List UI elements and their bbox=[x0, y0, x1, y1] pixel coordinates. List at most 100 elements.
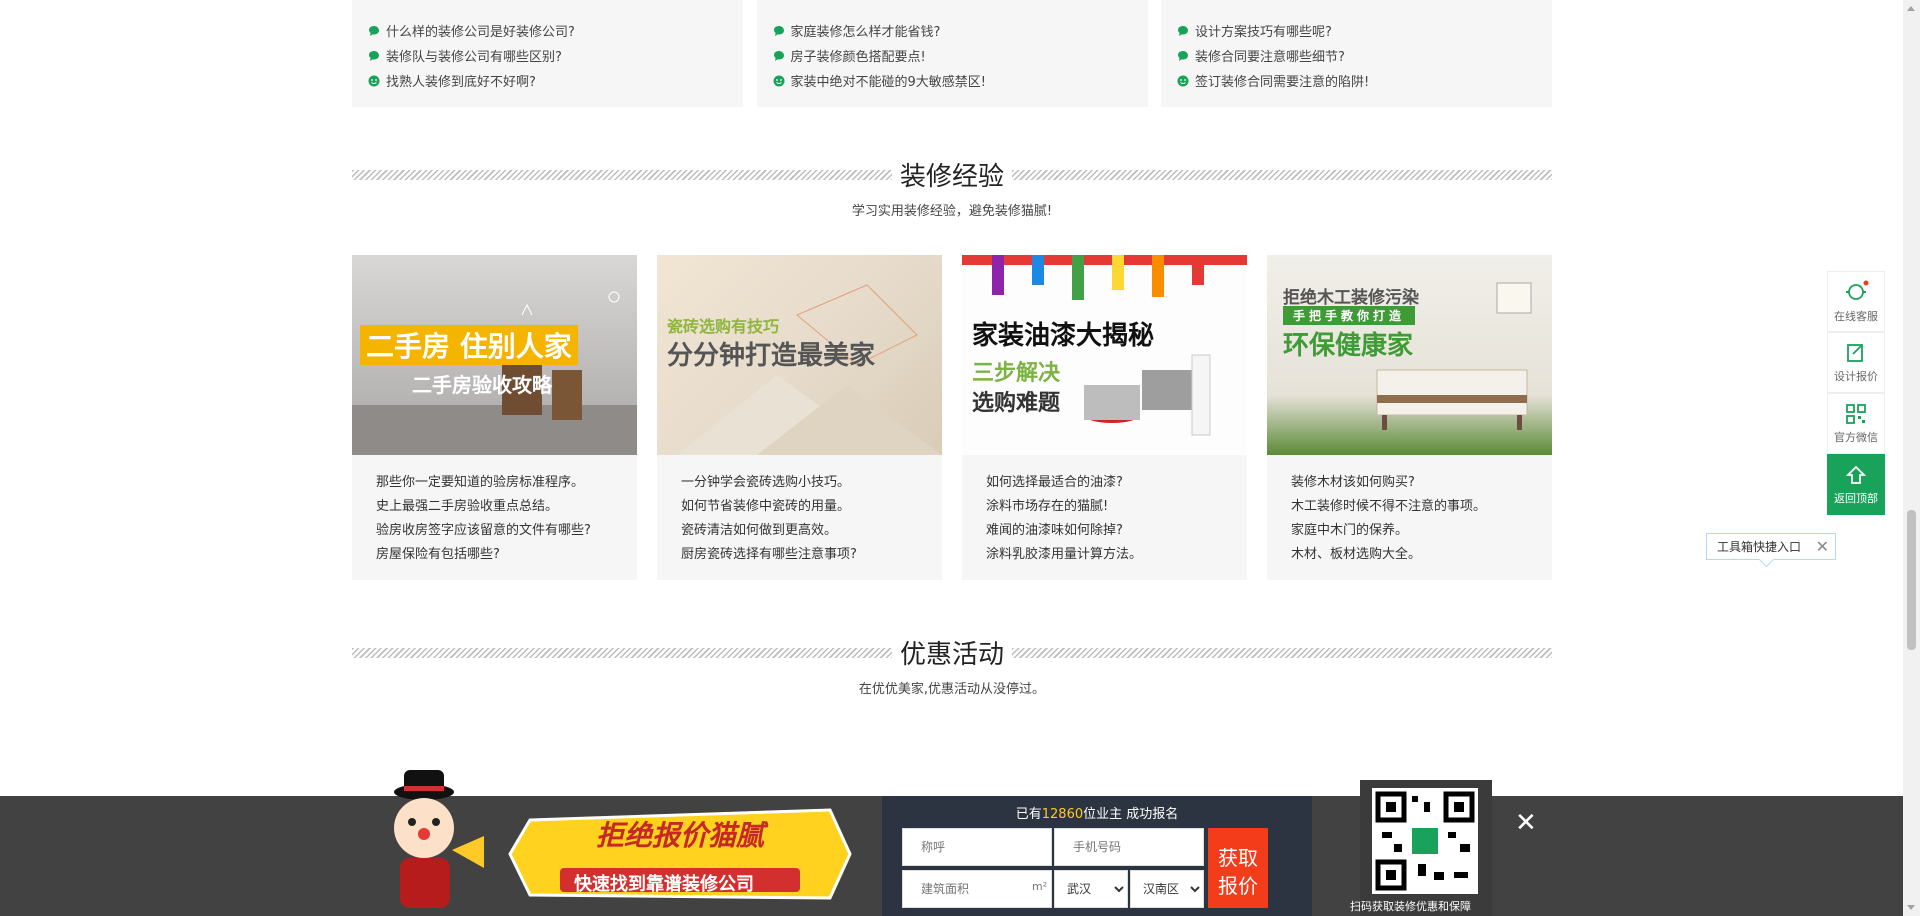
faq-link[interactable]: 什么样的装修公司是好装修公司? bbox=[368, 18, 727, 43]
district-select[interactable]: 汉南区 bbox=[1130, 870, 1204, 908]
faq-link[interactable]: 装修队与装修公司有哪些区别? bbox=[368, 43, 727, 68]
faq-row: 什么样的装修公司是好装修公司? 装修队与装修公司有哪些区别? 找熟人装修到底好不… bbox=[352, 0, 1552, 107]
page: 什么样的装修公司是好装修公司? 装修队与装修公司有哪些区别? 找熟人装修到底好不… bbox=[0, 0, 1903, 916]
card-link[interactable]: 装修木材该如何购买? bbox=[1291, 471, 1552, 495]
divider-hatch bbox=[1012, 648, 1552, 658]
sidebar-label: 在线客服 bbox=[1834, 309, 1878, 323]
chat-bubble-icon bbox=[773, 25, 784, 36]
mascot-illustration bbox=[394, 770, 484, 908]
faq-link-text: 装修合同要注意哪些细节? bbox=[1195, 50, 1345, 65]
promo-banner-main: 拒绝报价猫腻 bbox=[596, 819, 765, 852]
card-link[interactable]: 史上最强二手房验收重点总结。 bbox=[376, 495, 637, 519]
card-link[interactable]: 如何选择最适合的油漆? bbox=[986, 471, 1247, 495]
promo-banner-sub: 快速找到靠谱装修公司 bbox=[574, 874, 754, 895]
card-link[interactable]: 房屋保险有包括哪些? bbox=[376, 543, 637, 567]
experience-card[interactable]: 拒绝木工装修污染 手把手教你打造 环保健康家 装修木材该如何购买? 木工装修时候… bbox=[1267, 255, 1552, 580]
card-image[interactable]: 拒绝木工装修污染 手把手教你打造 环保健康家 bbox=[1267, 255, 1552, 455]
experience-card[interactable]: 瓷砖选购有技巧 分分钟打造最美家 一分钟学会瓷砖选购小技巧。 如何节省装修中瓷砖… bbox=[657, 255, 942, 580]
card-link[interactable]: 厨房瓷砖选择有哪些注意事项? bbox=[681, 543, 942, 567]
faq-link-text: 什么样的装修公司是好装修公司? bbox=[386, 25, 575, 40]
card-link[interactable]: 瓷砖清洁如何做到更高效。 bbox=[681, 519, 942, 543]
experience-card[interactable]: 二手房 住别人家 二手房验收攻略 那些你一定要知道的验房标准程序。 史上最强二手… bbox=[352, 255, 637, 580]
faq-column: 家庭装修怎么样才能省钱? 房子装修颜色搭配要点! 家装中绝对不能碰的9大敏感禁区… bbox=[756, 0, 1148, 107]
card-link-list: 装修木材该如何购买? 木工装修时候不得不注意的事项。 家庭中木门的保养。 木材、… bbox=[1267, 455, 1552, 567]
scroll-down-icon[interactable] bbox=[1907, 905, 1915, 910]
qrcode-icon bbox=[1846, 403, 1866, 424]
card-link-list: 一分钟学会瓷砖选购小技巧。 如何节省装修中瓷砖的用量。 瓷砖清洁如何做到更高效。… bbox=[657, 455, 942, 567]
scroll-up-icon[interactable] bbox=[1907, 6, 1915, 11]
bottom-promo-bar: 拒绝报价猫腻 快速找到靠谱装修公司 已有12860位业主 成功报名 m² 武汉 … bbox=[0, 770, 1903, 916]
card-link-list: 如何选择最适合的油漆? 涂料市场存在的猫腻! 难闻的油漆味如何除掉? 涂料乳胶漆… bbox=[962, 455, 1247, 567]
chat-bubble-icon bbox=[1178, 25, 1188, 36]
faq-link[interactable]: 找熟人装修到底好不好啊? bbox=[368, 68, 727, 93]
faq-column: 什么样的装修公司是好装修公司? 装修队与装修公司有哪些区别? 找熟人装修到底好不… bbox=[352, 0, 743, 107]
qrcode-icon bbox=[1375, 791, 1475, 891]
card-link[interactable]: 木材、板材选购大全。 bbox=[1291, 543, 1552, 567]
toolbox-tooltip[interactable]: 工具箱快捷入口 ✕ bbox=[1706, 533, 1836, 560]
faq-link[interactable]: 家庭装修怎么样才能省钱? bbox=[773, 18, 1132, 43]
area-input[interactable] bbox=[902, 870, 1052, 908]
edit-icon bbox=[1847, 343, 1863, 362]
name-input[interactable] bbox=[902, 828, 1052, 866]
divider-hatch bbox=[1012, 170, 1552, 180]
card-link[interactable]: 如何节省装修中瓷砖的用量。 bbox=[681, 495, 942, 519]
button-line1: 获取 bbox=[1218, 848, 1258, 870]
sidebar-label: 设计报价 bbox=[1834, 369, 1878, 383]
qr-panel bbox=[1360, 780, 1492, 916]
city-select[interactable]: 武汉 bbox=[1054, 870, 1128, 908]
official-wechat-button[interactable]: 官方微信 bbox=[1827, 393, 1885, 454]
card-image[interactable]: 二手房 住别人家 二手房验收攻略 bbox=[352, 255, 637, 455]
banner-main-text: 家装油漆大揭秘 bbox=[972, 321, 1155, 351]
card-link[interactable]: 木工装修时候不得不注意的事项。 bbox=[1291, 495, 1552, 519]
faq-link-text: 房子装修颜色搭配要点! bbox=[790, 50, 926, 65]
faq-link[interactable]: 签订装修合同需要注意的陷阱! bbox=[1177, 68, 1536, 93]
card-link[interactable]: 家庭中木门的保养。 bbox=[1291, 519, 1552, 543]
get-quote-button[interactable]: 获取 报价 bbox=[1208, 828, 1268, 908]
card-image[interactable]: 瓷砖选购有技巧 分分钟打造最美家 bbox=[657, 255, 942, 455]
faq-link-text: 家装中绝对不能碰的9大敏感禁区! bbox=[790, 75, 986, 90]
faq-link[interactable]: 房子装修颜色搭配要点! bbox=[773, 43, 1132, 68]
scrollbar-thumb[interactable] bbox=[1907, 510, 1916, 650]
qr-code bbox=[1372, 788, 1478, 894]
card-link[interactable]: 一分钟学会瓷砖选购小技巧。 bbox=[681, 471, 942, 495]
divider-hatch bbox=[352, 648, 892, 658]
smiley-icon bbox=[368, 75, 380, 86]
qr-caption: 扫码获取装修优惠和保障 bbox=[1350, 900, 1471, 913]
faq-link-text: 设计方案技巧有哪些呢? bbox=[1195, 25, 1332, 40]
banner-top-text: 瓷砖选购有技巧 bbox=[667, 317, 780, 336]
headset-icon bbox=[1846, 280, 1869, 300]
faq-link-text: 签订装修合同需要注意的陷阱! bbox=[1195, 75, 1370, 90]
count-suffix: 位业主 成功报名 bbox=[1083, 807, 1179, 822]
faq-link-text: 家庭装修怎么样才能省钱? bbox=[790, 25, 941, 40]
back-to-top-button[interactable]: 返回顶部 bbox=[1827, 454, 1885, 515]
experience-card[interactable]: 家装油漆大揭秘 三步解决 选购难题 如何选择最适合的油漆? 涂料市场存在的猫腻!… bbox=[962, 255, 1247, 580]
banner-sub-text: 二手房验收攻略 bbox=[412, 373, 552, 397]
promotion-section-header: 优惠活动 在优优美家,优惠活动从没停过。 bbox=[352, 638, 1552, 697]
count-value: 12860 bbox=[1041, 807, 1084, 822]
card-image[interactable]: 家装油漆大揭秘 三步解决 选购难题 bbox=[962, 255, 1247, 455]
card-link[interactable]: 那些你一定要知道的验房标准程序。 bbox=[376, 471, 637, 495]
close-icon[interactable]: ✕ bbox=[1515, 808, 1537, 838]
online-service-button[interactable]: 在线客服 bbox=[1827, 271, 1885, 332]
faq-link[interactable]: 装修合同要注意哪些细节? bbox=[1177, 43, 1536, 68]
card-link[interactable]: 难闻的油漆味如何除掉? bbox=[986, 519, 1247, 543]
smiley-icon bbox=[773, 75, 784, 86]
smiley-icon bbox=[1177, 75, 1189, 86]
chat-bubble-icon bbox=[369, 25, 379, 36]
banner-mid-text: 手把手教你打造 bbox=[1283, 306, 1416, 325]
faq-link[interactable]: 家装中绝对不能碰的9大敏感禁区! bbox=[773, 68, 1132, 93]
faq-link-text: 装修队与装修公司有哪些区别? bbox=[386, 50, 562, 65]
tooltip-text: 工具箱快捷入口 bbox=[1717, 540, 1802, 554]
phone-input[interactable] bbox=[1054, 828, 1204, 866]
banner-main-text: 分分钟打造最美家 bbox=[667, 341, 876, 371]
scrollbar[interactable] bbox=[1903, 0, 1920, 916]
faq-link[interactable]: 设计方案技巧有哪些呢? bbox=[1177, 18, 1536, 43]
card-link[interactable]: 涂料市场存在的猫腻! bbox=[986, 495, 1247, 519]
card-link[interactable]: 涂料乳胶漆用量计算方法。 bbox=[986, 543, 1247, 567]
close-icon[interactable]: ✕ bbox=[1816, 537, 1829, 556]
divider-hatch bbox=[352, 170, 892, 180]
card-link[interactable]: 验房收房签字应该留意的文件有哪些? bbox=[376, 519, 637, 543]
experience-section-header: 装修经验 学习实用装修经验，避免装修猫腻! bbox=[352, 160, 1552, 219]
design-quote-button[interactable]: 设计报价 bbox=[1827, 332, 1885, 393]
faq-link-text: 找熟人装修到底好不好啊? bbox=[386, 75, 536, 90]
